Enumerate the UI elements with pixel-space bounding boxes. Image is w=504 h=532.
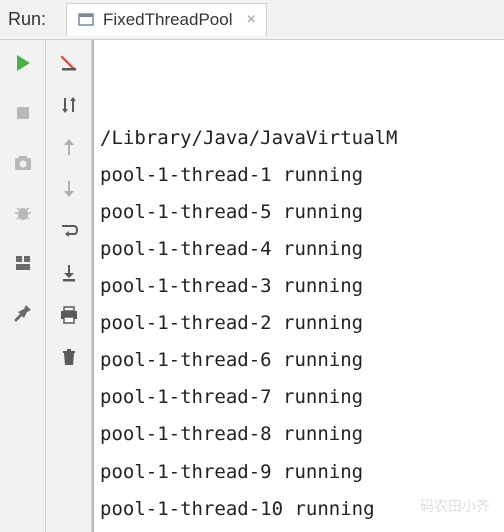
run-panel-body: /Library/Java/JavaVirtualMpool-1-thread-… (0, 40, 504, 532)
console-line: pool-1-thread-5 running (98, 194, 500, 231)
run-button[interactable] (10, 50, 36, 76)
close-icon[interactable]: × (247, 11, 256, 29)
console-line: pool-1-thread-2 running (98, 305, 500, 342)
secondary-toolbar (46, 40, 92, 532)
scroll-to-end-icon[interactable] (56, 260, 82, 286)
console-line: pool-1-thread-1 running (98, 157, 500, 194)
tab-title: FixedThreadPool (103, 10, 232, 30)
debug-icon[interactable] (10, 200, 36, 226)
console-line: pool-1-thread-4 running (98, 528, 500, 532)
application-icon (77, 11, 95, 29)
console-line: pool-1-thread-9 running (98, 454, 500, 491)
console-line: pool-1-thread-7 running (98, 379, 500, 416)
pin-button[interactable] (10, 300, 36, 326)
print-icon[interactable] (56, 302, 82, 328)
toggle-breakpoint-icon[interactable] (56, 50, 82, 76)
console-line: pool-1-thread-6 running (98, 342, 500, 379)
watermark: 码农田小齐 (420, 493, 490, 520)
primary-toolbar (0, 40, 46, 532)
sort-icon[interactable] (56, 92, 82, 118)
console-line: pool-1-thread-8 running (98, 416, 500, 453)
up-arrow-icon[interactable] (56, 134, 82, 160)
layout-button[interactable] (10, 250, 36, 276)
run-config-tab[interactable]: FixedThreadPool × (66, 3, 267, 36)
screenshot-button[interactable] (10, 150, 36, 176)
run-label: Run: (8, 9, 46, 30)
down-arrow-icon[interactable] (56, 176, 82, 202)
console-line: pool-1-thread-3 running (98, 268, 500, 305)
console-line: /Library/Java/JavaVirtualM (98, 120, 500, 157)
console-output[interactable]: /Library/Java/JavaVirtualMpool-1-thread-… (92, 40, 504, 532)
console-line: pool-1-thread-4 running (98, 231, 500, 268)
trash-icon[interactable] (56, 344, 82, 370)
run-panel-header: Run: FixedThreadPool × (0, 0, 504, 40)
soft-wrap-icon[interactable] (56, 218, 82, 244)
stop-button[interactable] (10, 100, 36, 126)
